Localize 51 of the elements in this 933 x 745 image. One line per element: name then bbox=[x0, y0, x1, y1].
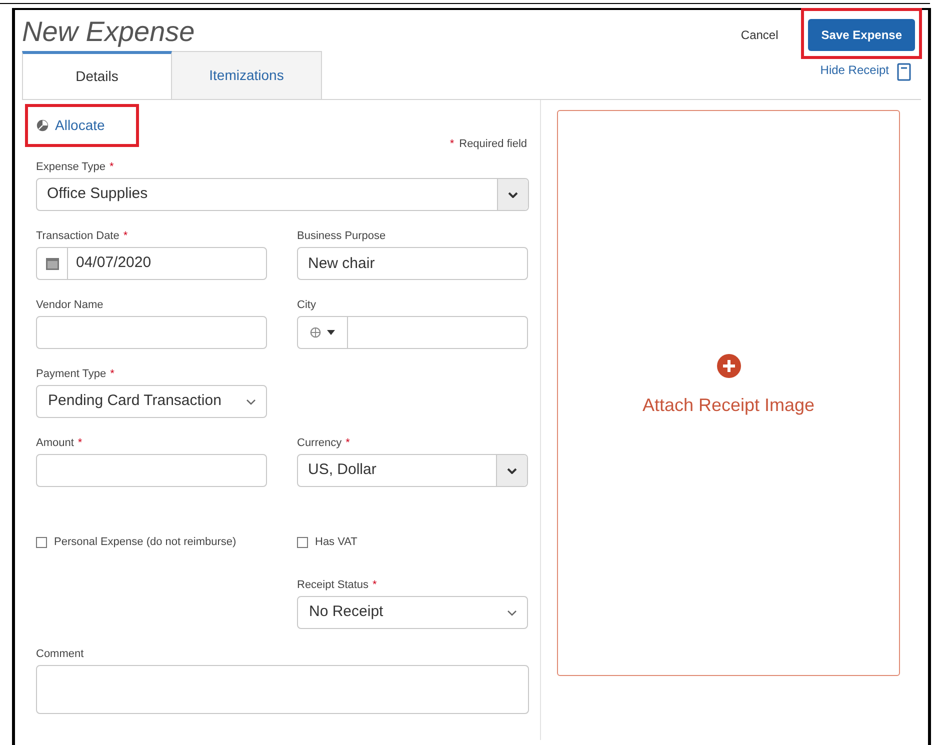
required-asterisk: * bbox=[346, 436, 350, 450]
chevron-icon bbox=[507, 610, 517, 616]
field-label: Transaction Date bbox=[36, 229, 120, 243]
required-field-note: Required field bbox=[459, 137, 527, 152]
field-label: Business Purpose bbox=[297, 229, 386, 243]
tab[interactable]: Details bbox=[22, 51, 172, 99]
allocate-link[interactable]: Allocate bbox=[55, 115, 105, 136]
add-icon[interactable] bbox=[716, 354, 740, 378]
document-icon[interactable] bbox=[897, 63, 911, 81]
required-asterisk: * bbox=[110, 367, 114, 381]
field-label: Amount bbox=[36, 436, 74, 450]
attach-receipt-label[interactable]: Attach Receipt Image bbox=[642, 392, 815, 418]
chevron-icon bbox=[246, 398, 256, 404]
required-asterisk: * bbox=[123, 229, 128, 243]
globe-icon[interactable] bbox=[310, 327, 321, 338]
save-expense-button[interactable]: Save Expense bbox=[808, 19, 915, 51]
caret-icon[interactable] bbox=[327, 330, 335, 335]
date-field[interactable]: 04/07/2020 bbox=[36, 247, 267, 280]
field-label: Payment Type bbox=[36, 367, 106, 381]
field-label: Comment bbox=[36, 647, 84, 661]
checkbox[interactable] bbox=[36, 536, 47, 548]
required-asterisk: * bbox=[450, 137, 454, 152]
cancel-link[interactable]: Cancel bbox=[740, 26, 778, 44]
select-field[interactable]: Pending Card Transaction bbox=[36, 385, 267, 418]
dropdown-toggle-icon[interactable] bbox=[496, 455, 527, 486]
required-asterisk: * bbox=[110, 160, 114, 174]
checkbox-label: Personal Expense (do not reimburse) bbox=[54, 534, 236, 550]
calendar-icon[interactable] bbox=[46, 258, 58, 270]
field-label: Expense Type bbox=[36, 160, 106, 174]
checkbox[interactable] bbox=[297, 536, 308, 548]
dropdown-field[interactable]: US, Dollar bbox=[297, 454, 528, 487]
field-label: Currency bbox=[297, 436, 342, 450]
dropdown-toggle-icon[interactable] bbox=[497, 179, 528, 210]
text-field[interactable] bbox=[36, 316, 267, 349]
required-asterisk: * bbox=[78, 436, 82, 450]
city-field[interactable] bbox=[297, 316, 528, 349]
tab[interactable]: Itemizations bbox=[172, 51, 322, 99]
receipt-drop-area[interactable]: Attach Receipt Image bbox=[557, 110, 900, 676]
text-field[interactable]: New chair bbox=[297, 247, 528, 280]
comment-field[interactable] bbox=[36, 665, 529, 714]
field-label: Vendor Name bbox=[36, 298, 104, 312]
dropdown-field[interactable]: Office Supplies bbox=[36, 178, 529, 211]
hide-receipt-link[interactable]: Hide Receipt bbox=[820, 61, 889, 79]
required-asterisk: * bbox=[372, 578, 377, 592]
page-title: New Expense bbox=[22, 15, 195, 49]
text-field[interactable] bbox=[36, 454, 267, 487]
checkbox-label: Has VAT bbox=[315, 534, 358, 550]
select-field[interactable]: No Receipt bbox=[297, 596, 528, 629]
field-label: City bbox=[297, 298, 316, 312]
pie-chart-icon bbox=[36, 119, 49, 132]
field-label: Receipt Status bbox=[297, 578, 369, 592]
